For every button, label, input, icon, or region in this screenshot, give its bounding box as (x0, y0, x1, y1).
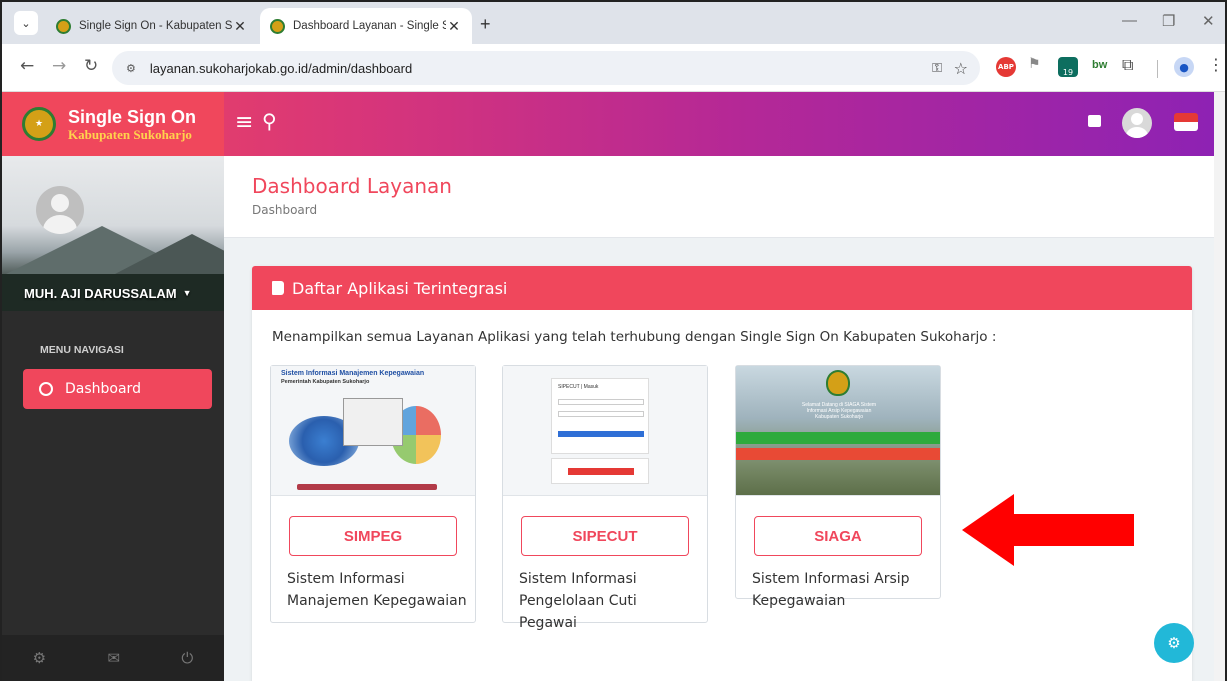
login-panel-illustration (343, 398, 403, 446)
sidebar-footer: ⚙ ✉ ⏻ (2, 635, 224, 681)
flag-extension-icon[interactable]: ⚑ (1028, 56, 1048, 76)
green-signin-bar (736, 432, 940, 444)
arrow-shape (962, 494, 1134, 566)
app-header: ★ Single Sign On Kabupaten Sukoharjo ≡ ⚲ (2, 92, 1225, 156)
thumbnail-title: Sistem Informasi Manajemen Kepegawaian (281, 370, 425, 377)
form-line (558, 411, 644, 417)
sidebar-item-label: Dashboard (65, 381, 141, 397)
browser-tab-sso[interactable]: Single Sign On - Kabupaten Suk ✕ (46, 8, 258, 44)
card-title: Daftar Aplikasi Terintegrasi (292, 278, 508, 298)
power-icon[interactable]: ⏻ (181, 649, 193, 667)
sso-login-illustration (551, 458, 649, 484)
tab-title: Dashboard Layanan - Single Sig (293, 20, 446, 32)
browser-tab-bar: ⌄ Single Sign On - Kabupaten Suk ✕ Dashb… (2, 2, 1225, 44)
form-line (558, 399, 644, 405)
window-close-icon[interactable]: ✕ (1202, 12, 1215, 30)
extensions-puzzle-icon[interactable]: ⧉ (1122, 55, 1142, 75)
app-thumbnail[interactable]: Selamat Datang di SIAGA Sistem Informasi… (736, 366, 940, 496)
app-tile-siaga: Selamat Datang di SIAGA Sistem Informasi… (735, 365, 941, 609)
bw-extension-icon[interactable]: bw (1092, 59, 1112, 79)
bookmark-star-icon[interactable]: ☆ (954, 59, 968, 78)
dashboard-gauge-icon (39, 382, 53, 396)
page-scrollbar[interactable] (1214, 92, 1225, 681)
card-header: Daftar Aplikasi Terintegrasi (252, 266, 1192, 310)
thumbnail-title: Selamat Datang di SIAGA Sistem Informasi… (801, 402, 877, 420)
search-icon[interactable]: ⚲ (262, 109, 277, 133)
forward-arrow-icon[interactable]: → (52, 56, 66, 76)
site-settings-icon[interactable]: ⚙ (126, 62, 136, 75)
indonesia-flag-icon[interactable] (1174, 113, 1198, 131)
reload-icon[interactable]: ↻ (84, 56, 98, 76)
app-thumbnail[interactable]: Sistem Informasi Manajemen Kepegawaian P… (271, 366, 475, 496)
login-form-illustration: SIPECUT | Masuk (551, 378, 649, 454)
menu-heading: MENU NAVIGASI (40, 344, 124, 356)
brand-subtitle: Kabupaten Sukoharjo (68, 126, 192, 142)
thumbnail-title: SIPECUT | Masuk (558, 384, 599, 390)
sidebar-item-dashboard[interactable]: Dashboard (23, 369, 212, 409)
url-field[interactable]: ⚙ layanan.sukoharjokab.go.id/admin/dashb… (112, 51, 980, 85)
settings-fab-gear-icon[interactable]: ⚙ (1154, 623, 1194, 663)
tab-close-icon[interactable]: ✕ (446, 18, 462, 35)
sukoharjo-favicon-icon (56, 18, 71, 34)
simpeg-button[interactable]: SIMPEG (289, 516, 457, 556)
tab-title: Single Sign On - Kabupaten Suk (79, 20, 232, 32)
breadcrumb[interactable]: Dashboard (252, 203, 317, 217)
brand-title: Single Sign On (68, 106, 197, 127)
caret-down-icon: ▼ (182, 288, 192, 298)
more-menu-icon[interactable]: ⋮ (1208, 55, 1227, 75)
main-content: Dashboard Layanan Dashboard Daftar Aplik… (224, 156, 1225, 681)
minimize-icon[interactable]: — (1122, 12, 1137, 29)
new-tab-plus-icon[interactable]: + (480, 14, 491, 35)
thumbnail-subtitle: Pemerintah Kabupaten Sukoharjo (281, 379, 370, 385)
tab-close-icon[interactable]: ✕ (232, 18, 248, 35)
toolbar-divider (1157, 60, 1158, 78)
mail-icon[interactable]: ✉ (107, 649, 120, 667)
page-header: Dashboard Layanan Dashboard (224, 156, 1225, 238)
sukoharjo-logo-icon: ★ (22, 107, 56, 141)
sukoharjo-logo-icon (826, 370, 850, 396)
card-description: Menampilkan semua Layanan Aplikasi yang … (272, 329, 997, 345)
book-icon (272, 281, 284, 295)
profile-icon[interactable]: ● (1174, 57, 1194, 77)
calendar-extension-icon[interactable]: 19 (1058, 57, 1078, 77)
red-arrow-annotation (962, 494, 1134, 566)
app-thumbnail[interactable]: SIPECUT | Masuk (503, 366, 707, 496)
sidebar: MUH. AJI DARUSSALAM ▼ MENU NAVIGASI Dash… (2, 156, 224, 681)
browser-address-bar: ← → ↻ ⚙ layanan.sukoharjokab.go.id/admin… (2, 44, 1225, 92)
form-button (558, 431, 644, 437)
brand[interactable]: ★ Single Sign On Kabupaten Sukoharjo (2, 92, 224, 156)
profile-banner: MUH. AJI DARUSSALAM ▼ (2, 156, 224, 311)
app-description: Sistem Informasi Arsip Kepegawaian (752, 571, 910, 609)
back-arrow-icon[interactable]: ← (20, 56, 34, 76)
sipecut-button[interactable]: SIPECUT (521, 516, 689, 556)
app-tile-sipecut: SIPECUT | Masuk SIPECUT Sistem Informasi… (502, 365, 708, 631)
restore-icon[interactable]: ❐ (1162, 12, 1175, 30)
tab-list-chevron-icon[interactable]: ⌄ (14, 11, 38, 35)
app-tile-simpeg: Sistem Informasi Manajemen Kepegawaian P… (270, 365, 476, 623)
hamburger-menu-icon[interactable]: ≡ (235, 110, 253, 135)
siaga-button[interactable]: SIAGA (754, 516, 922, 556)
settings-gear-icon[interactable]: ⚙ (33, 649, 46, 667)
browser-tab-dashboard[interactable]: Dashboard Layanan - Single Sig ✕ (260, 8, 472, 44)
app-description: Sistem Informasi Pengelolaan Cuti Pegawa… (519, 571, 637, 631)
user-avatar[interactable] (1122, 108, 1152, 138)
url-text: layanan.sukoharjokab.go.id/admin/dashboa… (149, 60, 413, 76)
user-name-dropdown[interactable]: MUH. AJI DARUSSALAM ▼ (2, 275, 224, 311)
red-sso-bar (736, 448, 940, 460)
app-description: Sistem Informasi Manajemen Kepegawaian (287, 571, 467, 609)
user-name: MUH. AJI DARUSSALAM (24, 285, 177, 301)
message-icon[interactable] (1088, 115, 1101, 127)
thumbnail-bar (297, 484, 437, 490)
page-title: Dashboard Layanan (252, 174, 452, 198)
adblock-extension-icon[interactable]: ABP (996, 57, 1016, 77)
apps-card: Daftar Aplikasi Terintegrasi Menampilkan… (252, 266, 1192, 681)
sukoharjo-favicon-icon (270, 18, 285, 34)
password-key-icon[interactable]: ⚿ (932, 61, 942, 76)
profile-avatar (36, 186, 84, 234)
